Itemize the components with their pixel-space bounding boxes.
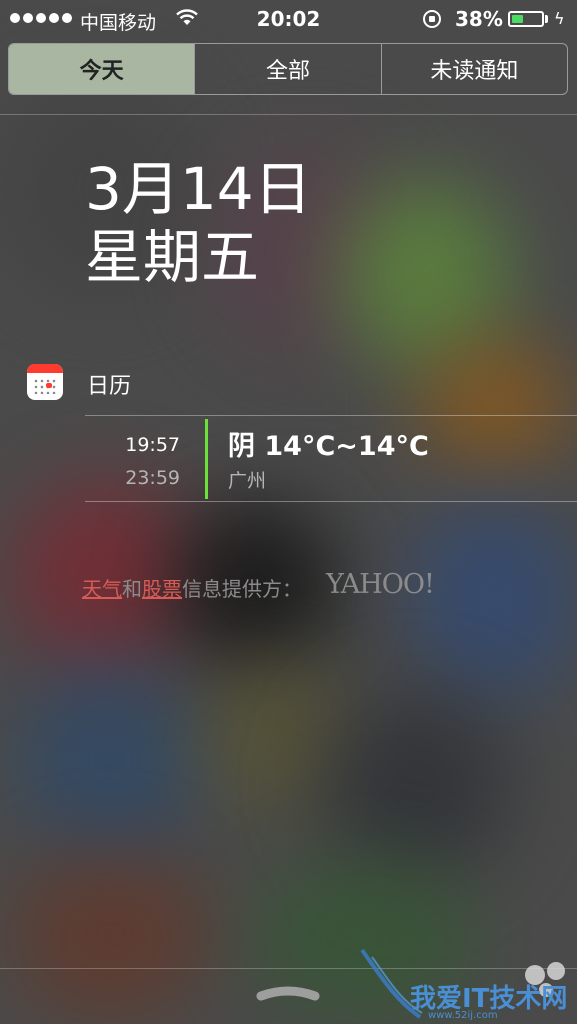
notification-tabs: 今天 全部 未读通知	[8, 43, 568, 95]
event-location: 广州	[228, 470, 267, 492]
event-end-time: 23:59	[125, 467, 180, 489]
battery-icon	[508, 11, 544, 27]
divider	[85, 501, 577, 502]
tab-all[interactable]: 全部	[195, 44, 382, 94]
rotation-lock-icon	[423, 10, 441, 28]
credit-suffix: 信息提供方：	[182, 577, 302, 601]
event-title[interactable]: 阴 14°C~14°C	[228, 424, 429, 463]
today-date: 3月14日	[85, 155, 312, 223]
battery-tip	[545, 15, 548, 23]
charging-bolt-icon: ϟ	[554, 9, 565, 28]
divider	[85, 415, 577, 416]
event-start-time: 19:57	[125, 434, 180, 456]
data-provider-credit: 天气和股票信息提供方：	[82, 573, 302, 602]
battery-percent: 38%	[455, 7, 503, 31]
calendar-icon	[27, 364, 63, 400]
stocks-link[interactable]: 股票	[142, 577, 182, 601]
divider	[0, 114, 577, 115]
tab-unread[interactable]: 未读通知	[382, 44, 567, 94]
event-color-bar	[205, 419, 208, 499]
yahoo-logo: YAHOO!	[326, 569, 435, 600]
close-handle-icon[interactable]	[255, 982, 321, 1002]
weather-link[interactable]: 天气	[82, 577, 122, 601]
calendar-section-title: 日历	[87, 374, 132, 399]
status-bar: 中国移动 20:02 38% ϟ	[0, 0, 577, 38]
blurred-wallpaper	[0, 0, 577, 1024]
today-weekday: 星期五	[85, 223, 260, 291]
today-summary: 3月14日 星期五	[85, 155, 312, 291]
tab-today[interactable]: 今天	[9, 44, 196, 94]
watermark-url: www.52ij.com	[428, 1010, 498, 1021]
credit-and: 和	[122, 577, 142, 601]
